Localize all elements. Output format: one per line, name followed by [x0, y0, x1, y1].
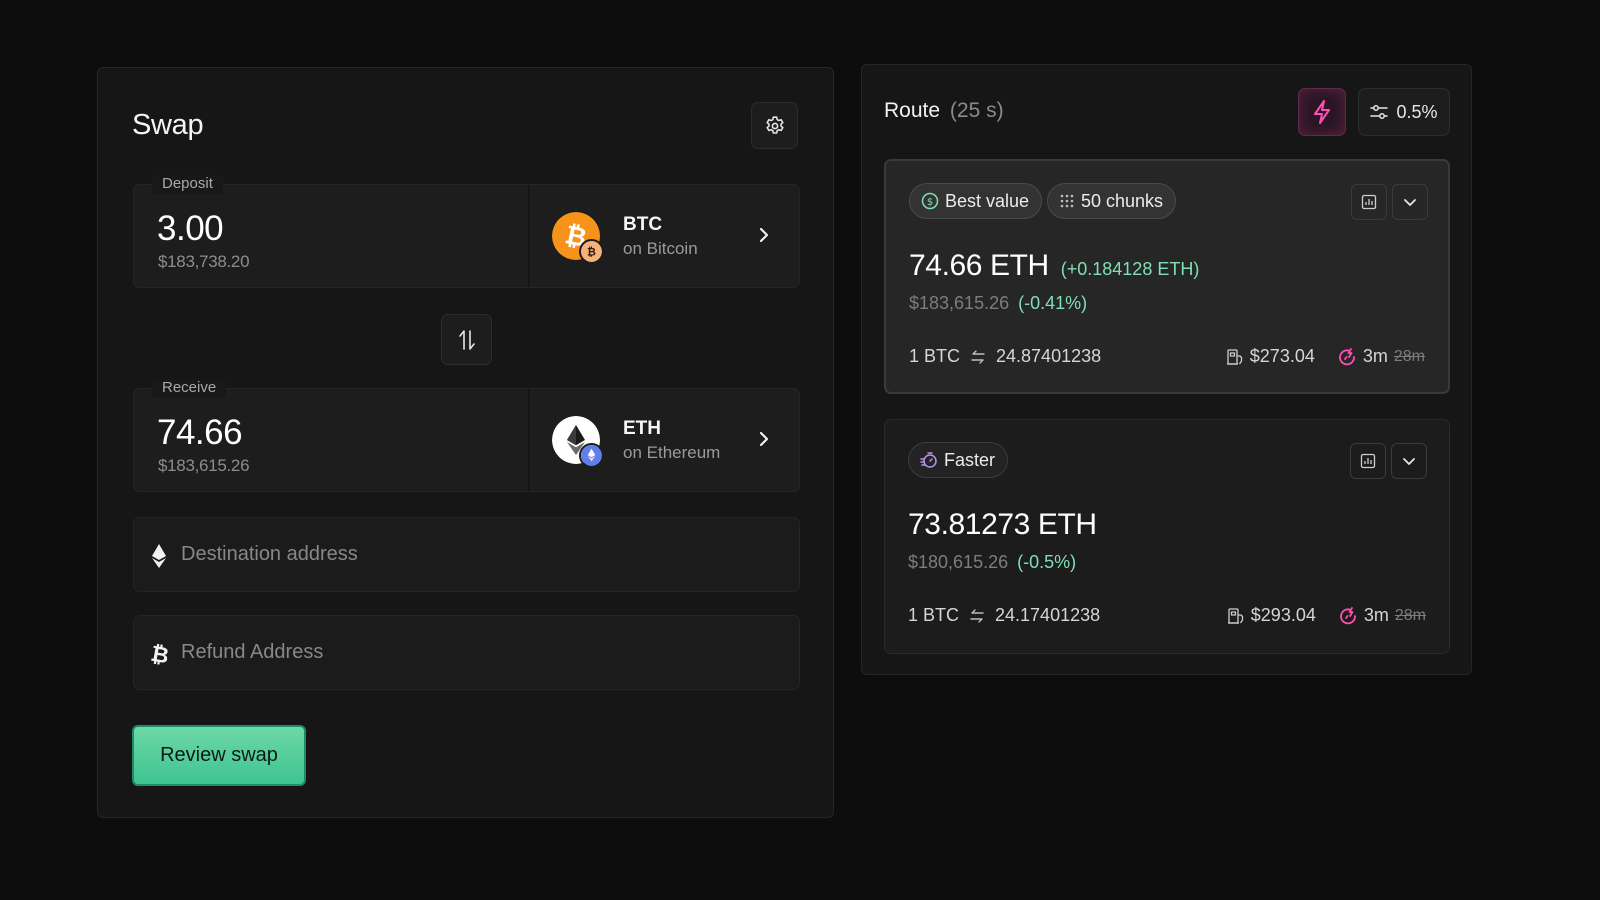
route-usd-line: $183,615.26 (-0.41%) [909, 293, 1087, 314]
route-refresh-timer: (25 s) [949, 99, 1004, 122]
route-output-amount: 74.66 ETH (+0.184128 ETH) [909, 249, 1199, 283]
svg-text:$: $ [927, 197, 933, 208]
svg-text:₿: ₿ [587, 246, 596, 259]
deposit-token-symbol: BTC [623, 214, 663, 235]
route-amount-value: 73.81273 ETH [908, 508, 1097, 541]
flip-direction-button[interactable] [441, 314, 492, 365]
gas-pump-icon [1226, 348, 1242, 365]
route-usd-value: $183,615.26 [909, 293, 1010, 313]
route-rate: 1 BTC 24.17401238 [908, 605, 1100, 626]
chevron-down-icon [1403, 458, 1415, 465]
rate-to: 24.87401238 [996, 346, 1102, 366]
gas-fee: $293.04 [1250, 605, 1316, 625]
route-usd-change: (-0.41%) [1018, 293, 1088, 313]
sliders-icon [1370, 105, 1389, 119]
route-option-best-value[interactable]: $ Best value 50 chunks 74.66 ETH (+0.184… [884, 159, 1450, 394]
ethereum-chain-badge-icon [579, 443, 604, 468]
route-amount-value: 74.66 ETH [909, 249, 1049, 282]
deposit-label: Deposit [152, 175, 223, 194]
route-rate: 1 BTC 24.87401238 [909, 346, 1101, 367]
gas-pump-icon [1227, 607, 1243, 624]
slippage-settings-button[interactable]: 0.5% [1358, 88, 1450, 136]
exchange-arrows-icon [970, 608, 984, 623]
settings-button[interactable] [751, 102, 798, 149]
bar-chart-icon [1361, 194, 1377, 210]
chevron-down-icon [1404, 199, 1416, 206]
receive-amount-input[interactable] [157, 413, 497, 453]
eta: 3m [1363, 605, 1389, 625]
swap-vertical-arrows-icon [458, 329, 475, 350]
route-usd-line: $180,615.26 (-0.5%) [908, 552, 1076, 573]
dollar-circle-icon: $ [921, 192, 939, 210]
route-title: Route (25 s) [884, 99, 1004, 123]
chunks-tag: 50 chunks [1047, 183, 1177, 219]
exchange-arrows-icon [971, 349, 985, 364]
route-usd-change: (-0.5%) [1017, 552, 1077, 572]
route-meta: $293.04 3m 28m [1227, 605, 1426, 626]
route-meta: $273.04 3m 28m [1226, 346, 1425, 367]
route-details-chart-button[interactable] [1351, 184, 1387, 220]
stopwatch-icon [920, 452, 937, 468]
best-value-tag: $ Best value [909, 183, 1043, 219]
receive-label: Receive [152, 379, 227, 398]
swap-panel: Swap Deposit $183,738.20 ₿ ₿ BTC on Bitc… [97, 67, 834, 818]
deposit-amount-input[interactable] [157, 209, 497, 249]
route-amount-delta: (+0.184128 ETH) [1060, 259, 1200, 279]
destination-address-input[interactable] [181, 518, 781, 591]
bitcoin-chain-badge-icon: ₿ [579, 239, 604, 264]
review-swap-button[interactable]: Review swap [132, 725, 306, 786]
receive-box: Receive $183,615.26 ETH on Ethereum [133, 379, 800, 492]
faster-tag: Faster [908, 442, 1009, 478]
route-expand-button[interactable] [1391, 443, 1427, 479]
faster-label: Faster [944, 449, 996, 470]
fast-timer-icon [1339, 606, 1356, 624]
receive-token-selector[interactable]: ETH on Ethereum [531, 389, 799, 491]
route-panel: Route (25 s) 0.5% $ Best value 50 chunks… [861, 64, 1472, 675]
receive-token-chain: on Ethereum [623, 443, 721, 462]
slippage-value: 0.5% [1396, 101, 1438, 122]
deposit-box: Deposit $183,738.20 ₿ ₿ BTC on Bitcoin [133, 175, 800, 288]
fast-timer-icon [1338, 347, 1355, 365]
route-title-label: Route [884, 99, 941, 122]
rate-from: 1 BTC [909, 346, 961, 366]
refund-address-field: ₿ [133, 615, 800, 690]
gear-icon [765, 115, 784, 134]
deposit-token-selector[interactable]: ₿ ₿ BTC on Bitcoin [531, 185, 799, 287]
deposit-usd-value: $183,738.20 [158, 252, 250, 271]
rate-from: 1 BTC [908, 605, 960, 625]
ethereum-icon [152, 544, 166, 568]
chevron-right-icon [759, 227, 769, 243]
fast-mode-toggle[interactable] [1298, 88, 1346, 136]
eta-previous: 28m [1394, 606, 1426, 624]
best-value-label: Best value [945, 190, 1030, 211]
dots-grid-icon [1060, 194, 1074, 208]
destination-address-field [133, 517, 800, 592]
deposit-token-chain: on Bitcoin [623, 239, 698, 258]
divider [528, 389, 530, 491]
route-expand-button[interactable] [1392, 184, 1428, 220]
route-output-amount: 73.81273 ETH [908, 508, 1097, 542]
receive-token-symbol: ETH [623, 418, 661, 439]
chunks-label: 50 chunks [1081, 190, 1164, 211]
svg-text:₿: ₿ [150, 642, 170, 667]
divider [528, 185, 530, 287]
bar-chart-icon [1360, 453, 1376, 469]
route-option-faster[interactable]: Faster 73.81273 ETH $180,615.26 (-0.5%) … [884, 419, 1450, 654]
eta: 3m [1362, 346, 1388, 366]
gas-fee: $273.04 [1249, 346, 1315, 366]
lightning-icon [1314, 100, 1330, 124]
refund-address-input[interactable] [181, 616, 781, 689]
bitcoin-icon: ₿ [150, 642, 170, 667]
chevron-right-icon [759, 431, 769, 447]
rate-to: 24.17401238 [995, 605, 1101, 625]
eta-previous: 28m [1393, 347, 1425, 365]
route-usd-value: $180,615.26 [908, 552, 1009, 572]
swap-title: Swap [132, 109, 204, 141]
receive-usd-value: $183,615.26 [158, 456, 250, 475]
route-details-chart-button[interactable] [1350, 443, 1386, 479]
